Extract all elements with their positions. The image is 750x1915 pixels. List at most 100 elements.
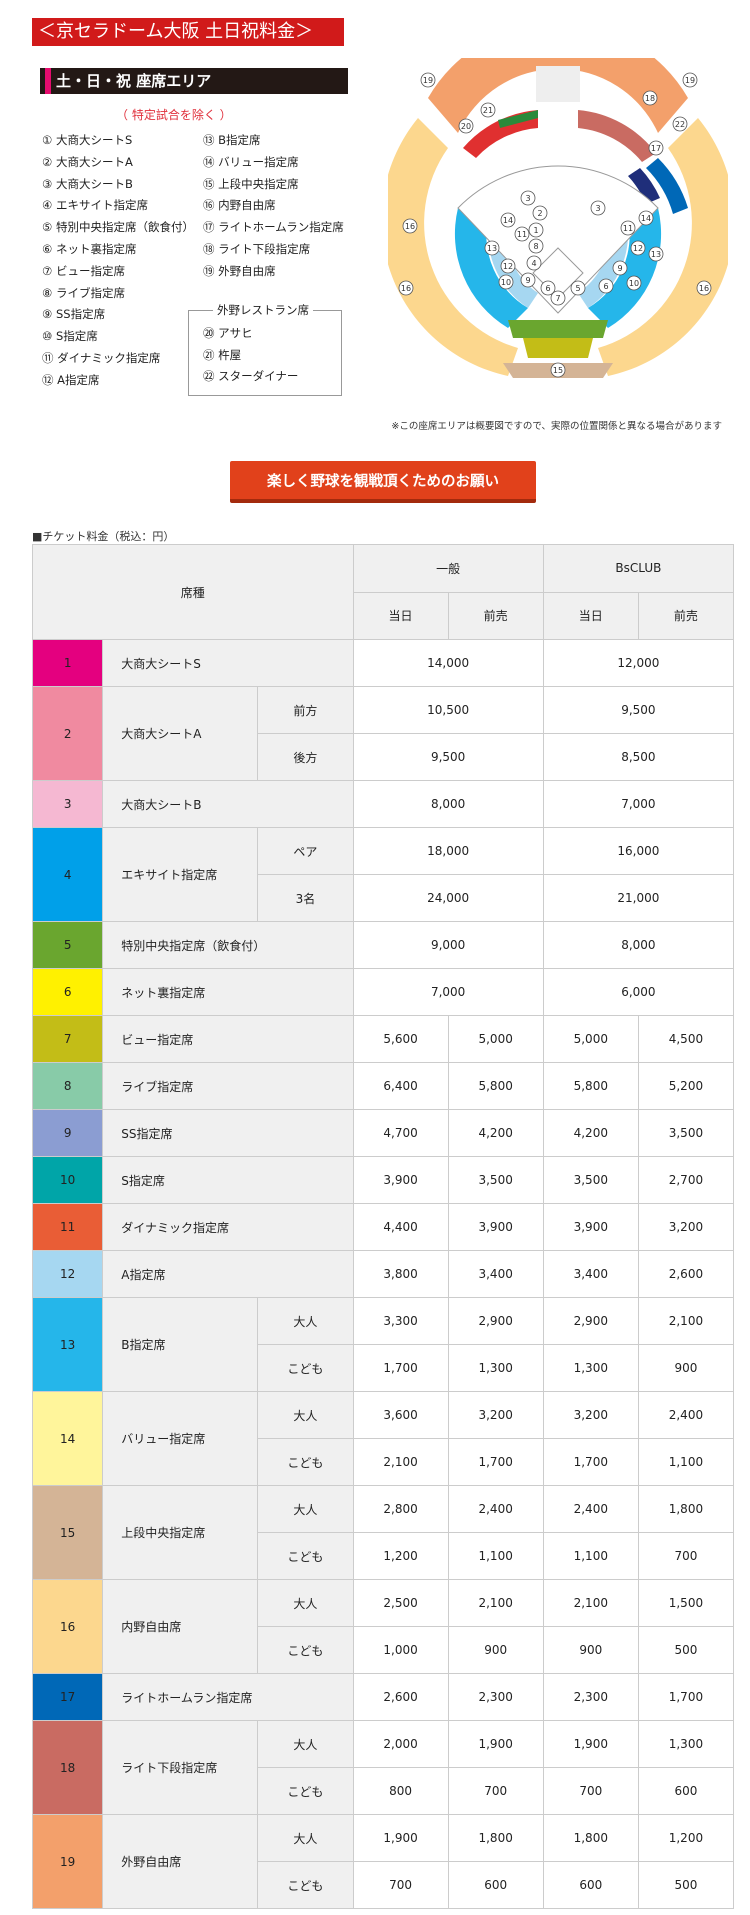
legend-item: ⑲ 外野自由席 [203,263,276,278]
table-row: 1 大商大シートS 14,000 12,000 [31,639,735,687]
price-club-sameday: 1,900 [542,1720,639,1768]
table-row: 17 ライトホームラン指定席 2,600 2,300 2,300 1,700 [31,1673,735,1721]
map-label: 4 [531,259,536,268]
table-row: 15 上段中央指定席 大人 2,800 2,400 2,400 1,800 [31,1485,735,1580]
table-row: 14 バリュー指定席 大人 3,600 3,200 3,200 2,400 [31,1391,735,1486]
seat-name: ビュー指定席 [102,1015,354,1063]
map-label: 5 [575,284,580,293]
table-row: 11 ダイナミック指定席 4,400 3,900 3,900 3,200 [31,1203,735,1251]
table-row: 18 ライト下段指定席 大人 2,000 1,900 1,900 1,300 [31,1720,735,1815]
price-club-sameday: 1,800 [542,1814,639,1862]
price-club: 16,000 [542,827,735,875]
price-club-sameday: 5,800 [542,1062,639,1110]
price-club: 12,000 [542,639,735,687]
seat-number: 16 [31,1579,104,1674]
seat-number: 17 [31,1673,104,1721]
price-club-sameday: 900 [542,1626,639,1674]
price-general-sameday: 800 [352,1767,449,1815]
legend-item: ④ エキサイト指定席 [42,198,148,213]
price-club-advance: 3,200 [637,1203,735,1251]
spectator-request-button[interactable]: 楽しく野球を観戦頂くためのお願い [230,461,536,503]
price-club-sameday: 1,300 [542,1344,639,1392]
seat-number: 14 [31,1391,104,1486]
seat-name: 外野自由席 [102,1814,259,1909]
price-general-advance: 3,400 [447,1250,544,1298]
seat-subtype: 大人 [257,1720,354,1768]
map-label: 16 [405,222,415,231]
seat-name: ネット裏指定席 [102,968,354,1016]
table-row: 19 外野自由席 大人 1,900 1,800 1,800 1,200 [31,1814,735,1909]
seat-number: 6 [31,968,104,1016]
map-label: 15 [553,366,563,375]
restaurant-item: ㉑ 杵屋 [203,347,242,362]
header-club: BsCLUB [542,544,735,593]
price-general-sameday: 2,600 [352,1673,449,1721]
map-label: 16 [699,284,709,293]
restaurant-item: ⑳ アサヒ [203,326,253,340]
price-club: 8,500 [542,733,735,781]
map-label: 10 [501,278,511,287]
map-label: 9 [617,264,622,273]
table-row: 16 内野自由席 大人 2,500 2,100 2,100 1,500 [31,1579,735,1674]
seat-name: 特別中央指定席（飲食付） [102,921,354,969]
legend-item: ① 大商大シートS [42,133,133,147]
map-label: 3 [595,204,600,213]
price-club: 9,500 [542,686,735,734]
seat-number: 15 [31,1485,104,1580]
seat-number: 3 [31,780,104,828]
map-label: 16 [401,284,411,293]
header-club-advance: 前売 [637,591,735,640]
price-club-sameday: 1,100 [542,1532,639,1580]
price-general-advance: 1,300 [447,1344,544,1392]
map-label: 13 [487,244,497,253]
map-label: 2 [537,209,542,218]
price-general-sameday: 3,300 [352,1297,449,1345]
map-label: 22 [675,120,685,129]
price-club-advance: 2,400 [637,1391,735,1439]
price-general-advance: 2,400 [447,1485,544,1533]
price-club-advance: 900 [637,1344,735,1392]
table-row: 2 大商大シートA 前方 10,500 9,500 [31,686,735,781]
map-label: 19 [685,76,695,85]
map-label: 14 [641,214,651,223]
price-club: 8,000 [542,921,735,969]
seat-number: 9 [31,1109,104,1157]
legend-item: ⑱ ライト下段指定席 [203,241,311,256]
price-club-sameday: 2,900 [542,1297,639,1345]
map-label: 7 [555,294,560,303]
price-club-advance: 600 [637,1767,735,1815]
price-general-advance: 4,200 [447,1109,544,1157]
seat-name: A指定席 [102,1250,354,1298]
seat-name: B指定席 [102,1297,259,1392]
seat-number: 7 [31,1015,104,1063]
map-label: 18 [645,94,655,103]
table-row: 8 ライブ指定席 6,400 5,800 5,800 5,200 [31,1062,735,1110]
price-club-advance: 2,100 [637,1297,735,1345]
price-club-advance: 1,300 [637,1720,735,1768]
price-general-advance: 1,100 [447,1532,544,1580]
map-label: 12 [633,244,643,253]
legend-item: ⑭ バリュー指定席 [203,154,299,169]
price-general-sameday: 1,000 [352,1626,449,1674]
price-general-sameday: 2,100 [352,1438,449,1486]
restaurant-legend-title: 外野レストラン席 [213,302,313,318]
seat-number: 10 [31,1156,104,1204]
price-club-advance: 700 [637,1532,735,1580]
price-general-sameday: 3,900 [352,1156,449,1204]
map-label: 10 [629,279,639,288]
price-club-advance: 2,600 [637,1250,735,1298]
seat-name: 大商大シートB [102,780,354,828]
seat-number: 2 [31,686,104,781]
price-general-sameday: 2,800 [352,1485,449,1533]
seat-name: エキサイト指定席 [102,827,259,922]
seat-name: SS指定席 [102,1109,354,1157]
seat-name: 内野自由席 [102,1579,259,1674]
price-general-sameday: 4,700 [352,1109,449,1157]
section-title: 土・日・祝 座席エリア [40,68,348,94]
price-club-advance: 1,200 [637,1814,735,1862]
map-label: 21 [483,106,493,115]
price-general-advance: 600 [447,1861,544,1909]
price-general-sameday: 3,800 [352,1250,449,1298]
header-seat: 席種 [32,544,354,640]
seat-name: 上段中央指定席 [102,1485,259,1580]
